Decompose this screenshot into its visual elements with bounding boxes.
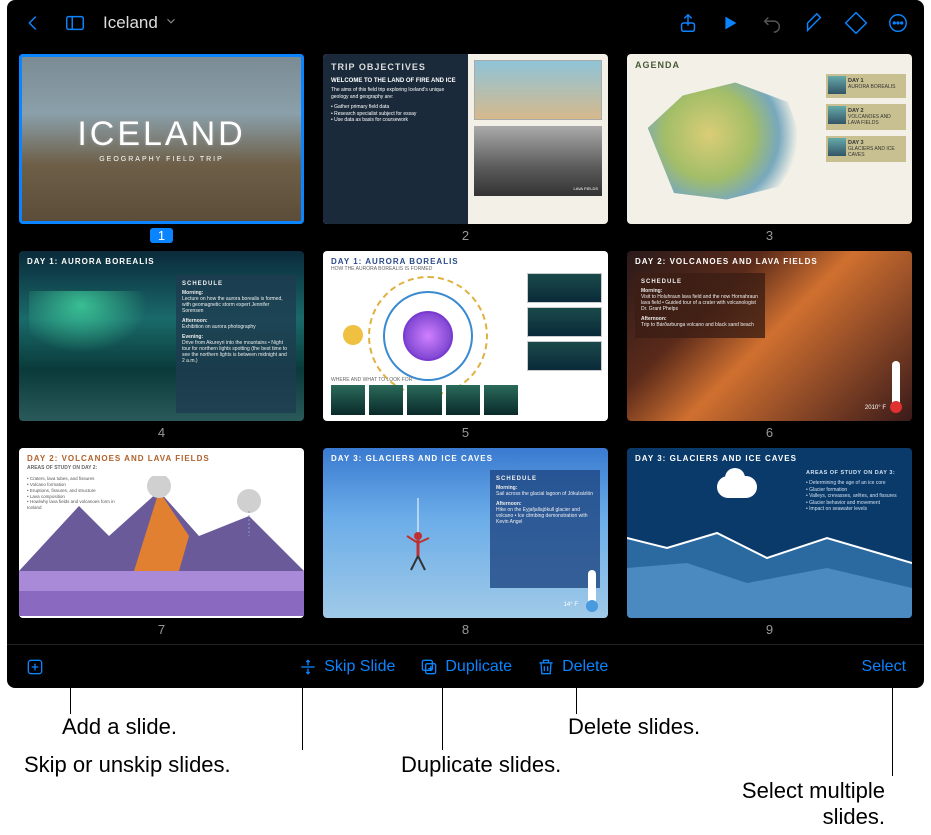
slide-header: DAY 3: GLACIERS AND ICE CAVES — [323, 448, 608, 465]
slide-thumbnail[interactable]: AGENDA DAY 1AURORA BOREALIS DAY 2VOLCANO… — [627, 54, 912, 243]
slide-header: TRIP OBJECTIVES — [331, 62, 460, 72]
slide-subtitle: GEOGRAPHY FIELD TRIP — [99, 156, 224, 163]
duplicate-label: Duplicate — [445, 658, 512, 676]
slide-number: 5 — [323, 425, 608, 440]
slide-number: 7 — [19, 622, 304, 637]
app-window: Iceland ICELAND — [7, 0, 924, 688]
share-icon[interactable] — [674, 9, 702, 37]
slide-thumbnail[interactable]: DAY 2: VOLCANOES AND LAVA FIELDS AREAS O… — [19, 448, 304, 637]
more-icon[interactable] — [884, 9, 912, 37]
format-brush-icon[interactable] — [800, 9, 828, 37]
slide-grid: ICELAND GEOGRAPHY FIELD TRIP 1 TRIP OBJE… — [7, 50, 924, 642]
sidebar-icon[interactable] — [61, 9, 89, 37]
slide-thumbnail[interactable]: DAY 1: AURORA BOREALIS HOW THE AURORA BO… — [323, 251, 608, 440]
play-icon[interactable] — [716, 9, 744, 37]
thermometer-icon — [588, 570, 596, 610]
slide-number: 3 — [627, 228, 912, 243]
undo-icon[interactable] — [758, 9, 786, 37]
slide-title: ICELAND — [77, 115, 245, 154]
slide-number: 4 — [19, 425, 304, 440]
animate-icon[interactable] — [842, 9, 870, 37]
duplicate-button[interactable]: Duplicate — [419, 657, 512, 677]
document-title[interactable]: Iceland — [103, 13, 178, 33]
document-title-text: Iceland — [103, 13, 158, 33]
slide-thumbnail[interactable]: DAY 1: AURORA BOREALIS SCHEDULE Morning:… — [19, 251, 304, 440]
slide-thumbnail[interactable]: TRIP OBJECTIVES WELCOME TO THE LAND OF F… — [323, 54, 608, 243]
slide-thumbnail[interactable]: DAY 3: GLACIERS AND ICE CAVES AREAS OF S… — [627, 448, 912, 637]
thermometer-icon — [892, 361, 900, 411]
top-toolbar: Iceland — [7, 0, 924, 46]
callout-select: Select multiple slides. — [695, 778, 885, 830]
slide-header: DAY 3: GLACIERS AND ICE CAVES — [627, 448, 912, 463]
slide-header: AGENDA — [635, 60, 904, 70]
skip-slide-button[interactable]: Skip Slide — [298, 657, 395, 677]
bottom-toolbar: Skip Slide Duplicate Delete Select — [7, 644, 924, 688]
delete-button[interactable]: Delete — [536, 657, 608, 677]
callout-duplicate: Duplicate slides. — [401, 752, 561, 778]
slide-header: DAY 2: VOLCANOES AND LAVA FIELDS — [19, 448, 304, 463]
callout-add: Add a slide. — [62, 714, 177, 740]
slide-number: 2 — [323, 228, 608, 243]
callout-skip: Skip or unskip slides. — [24, 752, 231, 778]
delete-label: Delete — [562, 658, 608, 676]
slide-number: 1 — [150, 228, 173, 243]
slide-header: DAY 2: VOLCANOES AND LAVA FIELDS — [627, 251, 912, 268]
back-icon[interactable] — [19, 9, 47, 37]
slide-thumbnail[interactable]: DAY 3: GLACIERS AND ICE CAVES SCHEDULE M… — [323, 448, 608, 637]
cloud-icon — [717, 476, 757, 498]
select-button[interactable]: Select — [862, 658, 906, 676]
select-label: Select — [862, 658, 906, 676]
slide-thumbnail[interactable]: ICELAND GEOGRAPHY FIELD TRIP 1 — [19, 54, 304, 243]
slide-thumbnail[interactable]: DAY 2: VOLCANOES AND LAVA FIELDS SCHEDUL… — [627, 251, 912, 440]
slide-number: 9 — [627, 622, 912, 637]
chevron-down-icon — [164, 13, 178, 33]
slide-number: 6 — [627, 425, 912, 440]
slide-header: DAY 1: AURORA BOREALIS — [323, 251, 608, 266]
add-slide-button[interactable] — [25, 657, 45, 677]
slide-header: DAY 1: AURORA BOREALIS — [19, 251, 304, 268]
callout-delete: Delete slides. — [568, 714, 700, 740]
slide-number: 8 — [323, 622, 608, 637]
skip-slide-label: Skip Slide — [324, 658, 395, 676]
